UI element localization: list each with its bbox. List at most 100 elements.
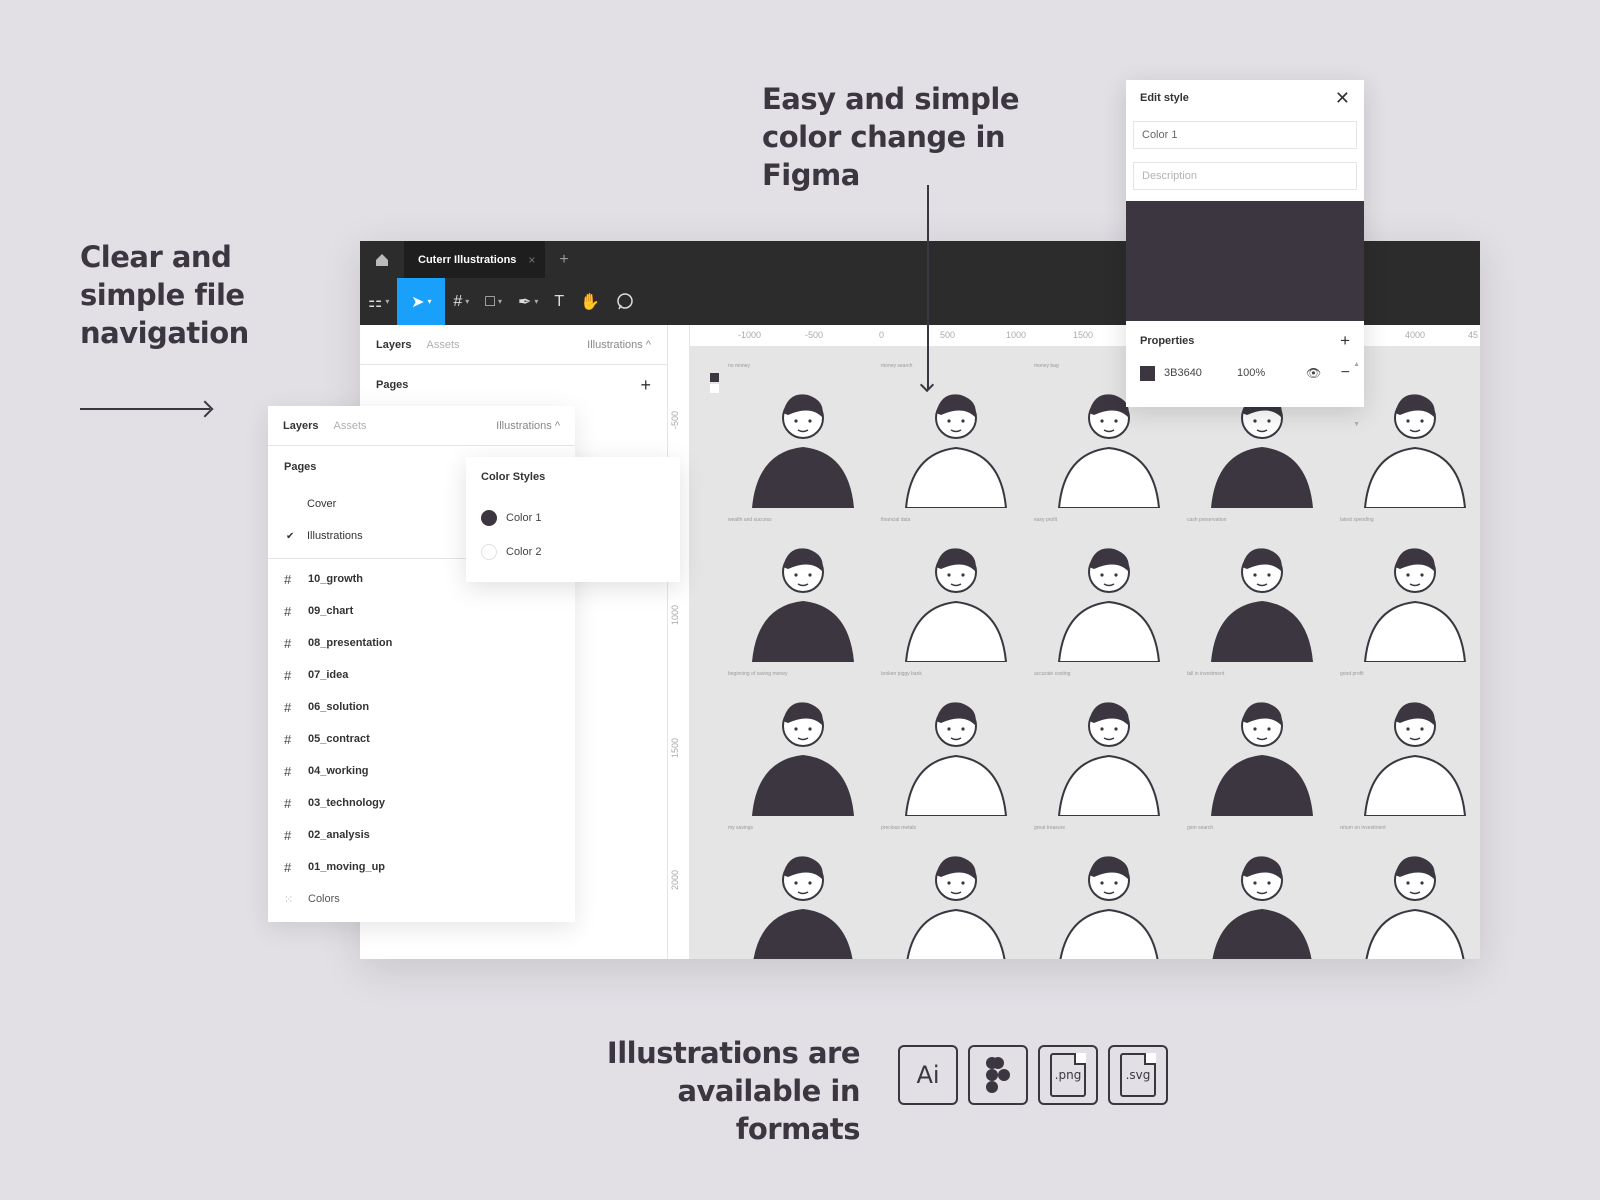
illustration-frame[interactable]: accurate costing — [1034, 671, 1184, 821]
layer-name: 07_idea — [308, 669, 349, 681]
illustration-frame[interactable]: latest spending — [1340, 517, 1480, 667]
move-tool-button[interactable]: ➤ ▾ — [397, 278, 446, 325]
headline-color-change: Easy and simple color change in Figma — [762, 82, 1020, 192]
page-selector[interactable]: Illustrations ^ — [496, 420, 560, 432]
svg-format-icon: .svg — [1108, 1045, 1168, 1105]
color-styles-title: Color Styles — [481, 471, 546, 483]
illustration-person-icon — [751, 548, 855, 662]
style-description-input[interactable] — [1133, 162, 1357, 190]
layer-name: 06_solution — [308, 701, 370, 713]
illustration-frame[interactable]: precious metals — [881, 825, 1031, 959]
close-tab-icon[interactable]: × — [528, 253, 535, 267]
tab-assets[interactable]: Assets — [333, 420, 366, 432]
ruler-tick: -1000 — [738, 330, 762, 340]
comment-tool-button[interactable] — [608, 278, 642, 325]
layer-item[interactable]: #09_chart — [268, 595, 575, 627]
comment-tool-icon — [617, 292, 633, 309]
shape-tool-button[interactable]: □ ▾ — [477, 278, 510, 325]
illustration-person-icon — [906, 856, 1006, 959]
color-chips — [710, 373, 720, 393]
ruler-tick: -500 — [670, 410, 680, 429]
layer-item[interactable]: #02_analysis — [268, 819, 575, 851]
layer-item[interactable]: #05_contract — [268, 723, 575, 755]
add-property-button[interactable]: + — [1340, 331, 1350, 351]
chevron-down-icon: ▾ — [465, 297, 470, 306]
page-selector[interactable]: Illustrations ^ — [587, 339, 651, 351]
illustration-frame[interactable]: return on investment — [1340, 825, 1480, 959]
illustration-frame[interactable]: gem search — [1187, 825, 1337, 959]
color-styles-popover: Color Styles Color 1 Color 2 — [466, 457, 680, 582]
illustration-person-icon — [1210, 702, 1314, 816]
home-button[interactable] — [360, 241, 404, 278]
style-name-input[interactable] — [1133, 121, 1357, 149]
illustration-frame[interactable]: no money — [728, 363, 878, 513]
figma-menu-button[interactable]: ⚏ ▾ — [360, 278, 397, 325]
svg-label: .svg — [1120, 1053, 1156, 1097]
tab-layers[interactable]: Layers — [376, 339, 411, 351]
illustration-person-icon — [1210, 548, 1314, 662]
file-tab[interactable]: Cuterr Illustrations × — [404, 241, 546, 278]
layer-item[interactable]: #08_presentation — [268, 627, 575, 659]
illustration-frame[interactable]: wealth and success — [728, 517, 878, 667]
hex-value[interactable]: 3B3640 — [1164, 367, 1237, 379]
color-style-label: Color 2 — [506, 546, 542, 558]
layer-item[interactable]: #04_working — [268, 755, 575, 787]
layer-item[interactable]: #01_moving_up — [268, 851, 575, 883]
illustration-frame[interactable]: great treasure — [1034, 825, 1184, 959]
tab-assets[interactable]: Assets — [426, 339, 459, 351]
illustration-frame[interactable]: money search — [881, 363, 1031, 513]
ruler-tick: 0 — [879, 330, 885, 340]
layer-item[interactable]: #06_solution — [268, 691, 575, 723]
layer-name: 01_moving_up — [308, 861, 386, 873]
figma-menu-icon: ⚏ — [368, 293, 383, 311]
add-page-button[interactable]: + — [640, 375, 651, 396]
frame-icon: # — [284, 635, 292, 651]
illustration-frame[interactable]: broken piggy bank — [881, 671, 1031, 821]
pen-tool-button[interactable]: ✒ ▾ — [510, 278, 546, 325]
format-icons: Ai .png .svg — [898, 1045, 1168, 1105]
layer-list: #10_growth #09_chart #08_presentation #07_i… — [268, 563, 575, 883]
headline-formats: Illustrations are available in formats — [606, 1036, 861, 1146]
pages-label: Pages — [376, 379, 409, 391]
remove-property-button[interactable]: − — [1341, 364, 1350, 382]
color-preview[interactable] — [1126, 201, 1364, 321]
layer-name: 03_technology — [308, 797, 386, 809]
page-label: Illustrations — [307, 530, 363, 542]
text-tool-icon: T — [554, 292, 565, 310]
scrollbar[interactable]: ▲ ▼ — [1353, 335, 1360, 455]
layer-name: 04_working — [308, 765, 369, 777]
layer-item[interactable]: #03_technology — [268, 787, 575, 819]
hand-tool-button[interactable]: ✋ — [572, 278, 608, 325]
color-style-item[interactable]: Color 1 — [481, 501, 665, 535]
text-tool-button[interactable]: T — [546, 278, 572, 325]
color-style-item[interactable]: Color 2 — [481, 535, 665, 569]
ruler-tick: 2000 — [670, 869, 680, 890]
png-label: .png — [1050, 1053, 1086, 1097]
layer-item-colors[interactable]: ⁙ Colors — [268, 883, 575, 915]
opacity-value[interactable]: 100% — [1237, 367, 1297, 379]
frame-label: fall in investment — [1187, 671, 1225, 677]
layer-item[interactable]: #07_idea — [268, 659, 575, 691]
frame-label: precious metals — [881, 825, 917, 831]
eye-icon[interactable]: 👁 — [1306, 366, 1321, 380]
new-tab-button[interactable]: + — [545, 251, 568, 269]
illustration-frame[interactable]: fall in investment — [1187, 671, 1337, 821]
illustration-frame[interactable]: my savings — [728, 825, 878, 959]
tab-layers[interactable]: Layers — [283, 420, 318, 432]
close-icon[interactable]: ✕ — [1335, 88, 1350, 109]
illustration-frame[interactable]: easy profit — [1034, 517, 1184, 667]
illustration-frame[interactable]: good profit — [1340, 671, 1480, 821]
frame-label: gem search — [1187, 825, 1214, 831]
illustration-frame[interactable]: beginning of saving money — [728, 671, 878, 821]
frame-icon: # — [284, 731, 292, 747]
chevron-down-icon: ▾ — [385, 297, 390, 306]
illustration-frame[interactable]: financial data — [881, 517, 1031, 667]
illustration-frame[interactable]: cash preservation — [1187, 517, 1337, 667]
frame-tool-button[interactable]: # ▾ — [445, 278, 477, 325]
chevron-down-icon: ▾ — [497, 297, 502, 306]
frame-label: money search — [881, 363, 913, 369]
illustration-person-icon — [1363, 548, 1467, 662]
canvas[interactable]: no moneymoney searchmoney baginvestmentw… — [690, 347, 1480, 959]
fill-swatch[interactable] — [1140, 365, 1155, 381]
frame-label: accurate costing — [1034, 671, 1071, 677]
